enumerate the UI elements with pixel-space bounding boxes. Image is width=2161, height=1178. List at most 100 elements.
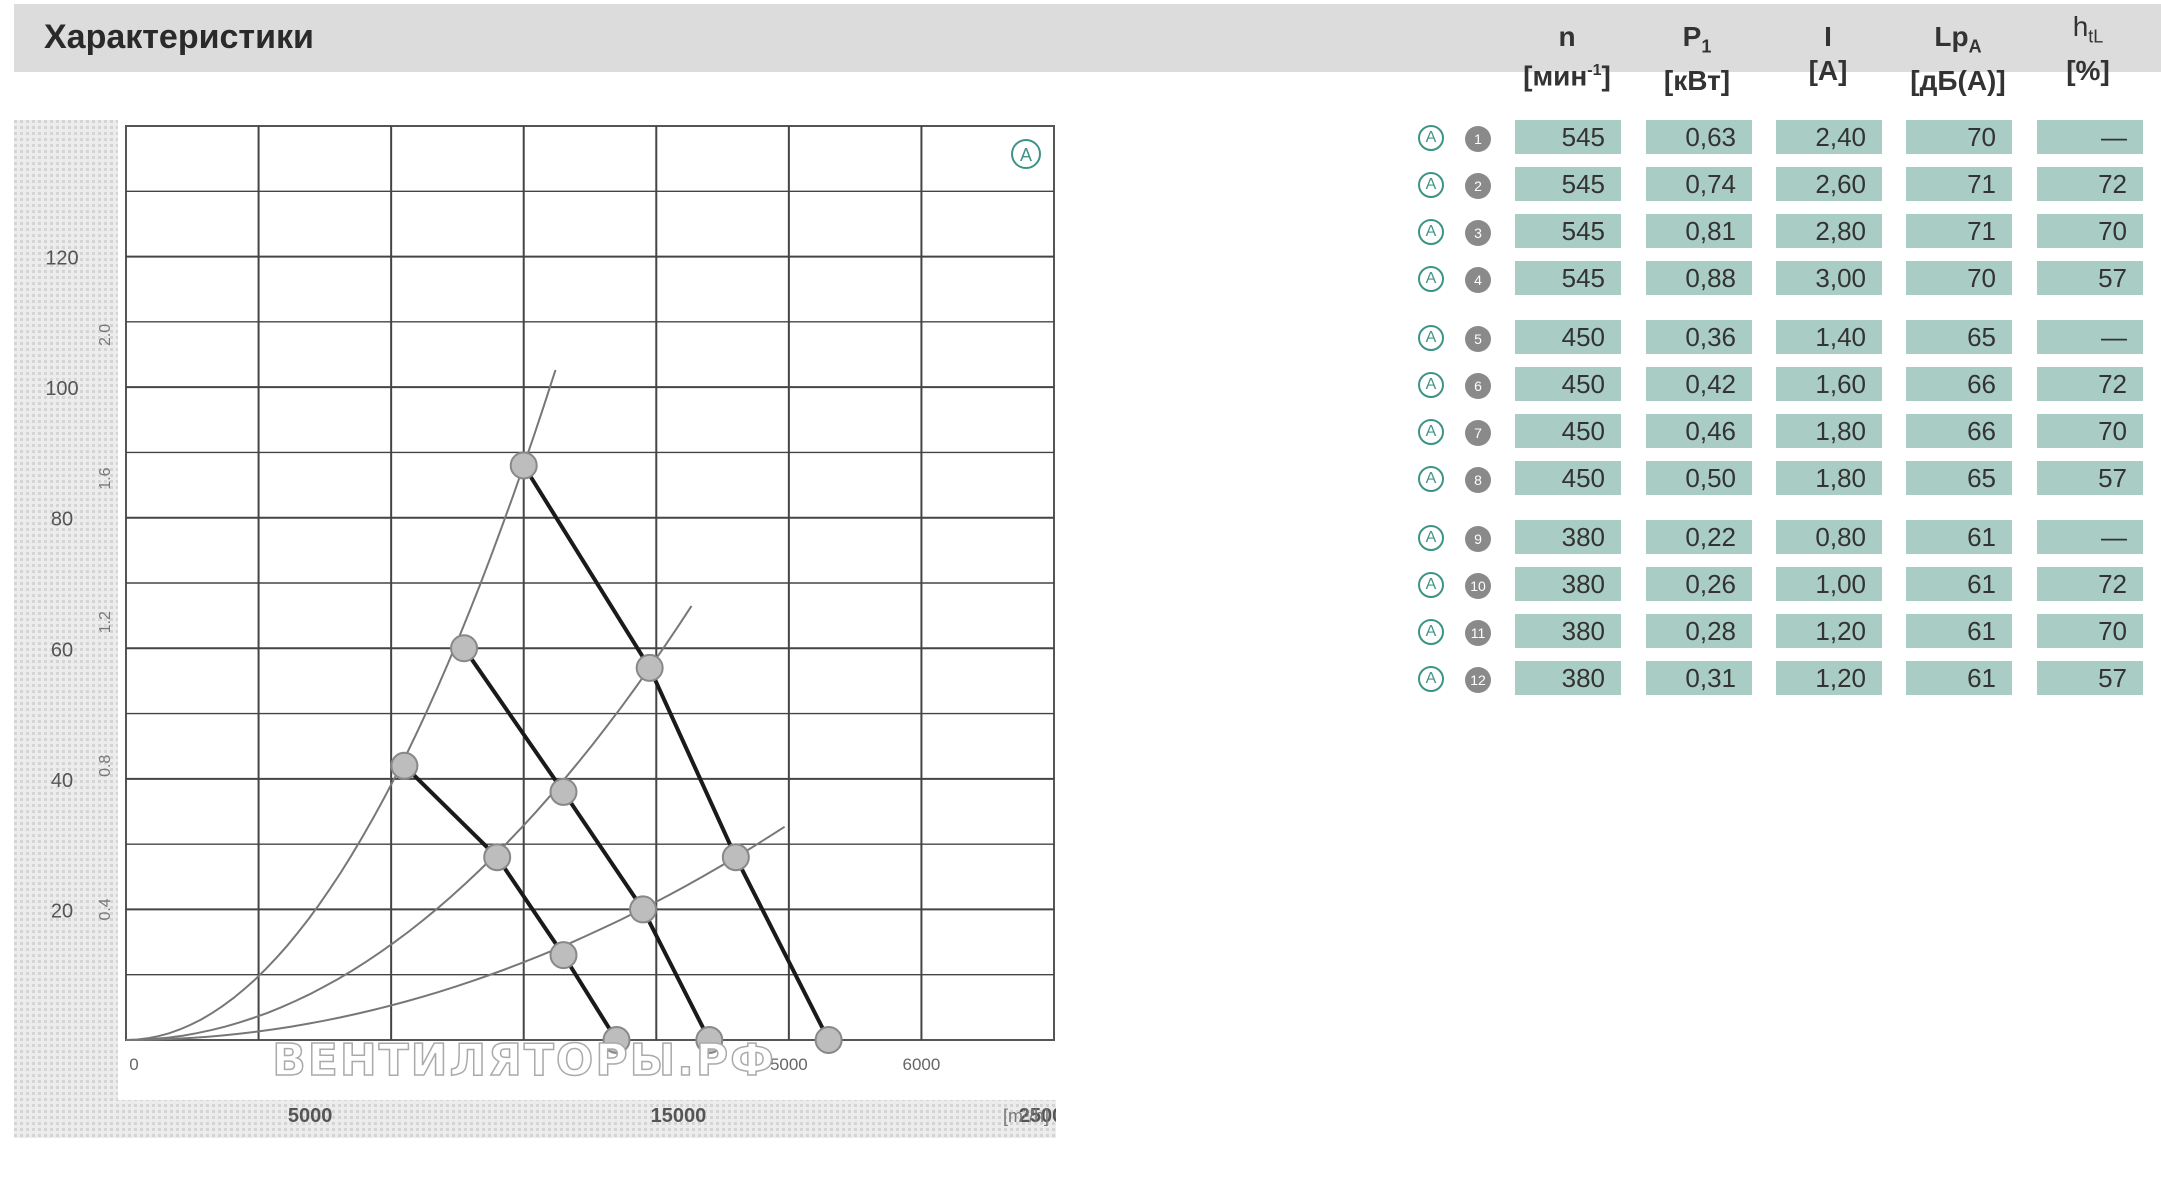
row-number-badge: 6 <box>1465 373 1491 399</box>
y-secondary-tick-label: 2.0 <box>97 324 114 346</box>
col-head-n-unit: [мин-1] <box>1523 60 1611 92</box>
cell-n: 450 <box>1515 367 1621 401</box>
cell-n: 545 <box>1515 120 1621 154</box>
y-tick-label: 100 <box>45 378 78 400</box>
cell-p1: 0,36 <box>1646 320 1752 354</box>
operating-point-marker <box>549 777 578 806</box>
row-number-badge: 2 <box>1465 173 1491 199</box>
operating-point-marker <box>509 451 538 480</box>
mode-a-badge-label: A <box>1020 145 1032 165</box>
cell-lpa: 70 <box>1906 261 2012 295</box>
x-unit-label: [m³/h] <box>1003 1106 1049 1126</box>
row-number-badge: 5 <box>1465 326 1491 352</box>
col-head-p1: P1 [кВт] <box>1632 20 1762 98</box>
cell-htl: 70 <box>2037 614 2143 648</box>
table-row: A 11 380 0,28 1,20 61 70 <box>1415 614 2155 650</box>
cell-i: 1,20 <box>1776 661 1882 695</box>
mode-a-icon: A <box>1418 172 1444 198</box>
operating-point-marker <box>721 843 750 872</box>
col-head-i-unit: [A] <box>1808 55 1848 86</box>
table-row: A 7 450 0,46 1,80 66 70 <box>1415 414 2155 450</box>
cell-htl: 57 <box>2037 461 2143 495</box>
row-number-badge: 4 <box>1465 267 1491 293</box>
cell-lpa: 61 <box>1906 661 2012 695</box>
mode-a-icon: A <box>1418 266 1444 292</box>
cell-htl: — <box>2037 520 2143 554</box>
operating-point-marker <box>549 941 578 970</box>
cell-htl: — <box>2037 120 2143 154</box>
cell-htl: 70 <box>2037 414 2143 448</box>
cell-lpa: 61 <box>1906 567 2012 601</box>
row-number-badge: 9 <box>1465 526 1491 552</box>
col-head-htl-unit: [%] <box>2066 54 2110 86</box>
row-number-badge: 10 <box>1465 573 1491 599</box>
y-tick-label: 20 <box>51 900 73 922</box>
table-row: A 5 450 0,36 1,40 65 — <box>1415 320 2155 356</box>
watermark: ВЕНТИЛЯТОРЫ.РФ <box>272 1035 776 1086</box>
cell-i: 1,80 <box>1776 461 1882 495</box>
cell-p1: 0,50 <box>1646 461 1752 495</box>
cell-n: 450 <box>1515 414 1621 448</box>
cell-n: 380 <box>1515 520 1621 554</box>
col-head-htl-symbol: htL <box>2072 11 2104 47</box>
cell-p1: 0,28 <box>1646 614 1752 648</box>
cell-i: 1,20 <box>1776 614 1882 648</box>
col-head-i-symbol: I <box>1824 21 1832 52</box>
cell-i: 2,40 <box>1776 120 1882 154</box>
row-number-badge: 12 <box>1465 667 1491 693</box>
table-row: A 6 450 0,42 1,60 66 72 <box>1415 367 2155 403</box>
cell-i: 1,40 <box>1776 320 1882 354</box>
cell-p1: 0,46 <box>1646 414 1752 448</box>
cell-htl: 72 <box>2037 367 2143 401</box>
cell-lpa: 66 <box>1906 414 2012 448</box>
y-tick-label: 80 <box>51 509 73 531</box>
cell-lpa: 66 <box>1906 367 2012 401</box>
y-tick-label: 60 <box>51 639 73 661</box>
cell-p1: 0,22 <box>1646 520 1752 554</box>
operating-point-marker <box>814 1026 843 1054</box>
cell-n: 545 <box>1515 167 1621 201</box>
mode-a-icon: A <box>1418 619 1444 645</box>
col-head-p1-symbol: P1 <box>1682 21 1712 57</box>
operating-point-marker <box>629 895 658 924</box>
cell-lpa: 65 <box>1906 461 2012 495</box>
col-head-n: n [мин-1] <box>1502 20 1632 93</box>
table-row: A 10 380 0,26 1,00 61 72 <box>1415 567 2155 603</box>
col-head-n-symbol: n <box>1558 21 1576 52</box>
cell-n: 545 <box>1515 261 1621 295</box>
operating-point-marker <box>483 843 512 872</box>
col-head-lpa-unit: [дБ(A)] <box>1910 64 2006 96</box>
cell-htl: — <box>2037 320 2143 354</box>
cell-p1: 0,63 <box>1646 120 1752 154</box>
mode-a-icon: A <box>1418 525 1444 551</box>
x-tick-label-top: 0 <box>129 1055 138 1074</box>
cell-i: 3,00 <box>1776 261 1882 295</box>
operating-point-marker <box>450 634 479 663</box>
cell-lpa: 70 <box>1906 120 2012 154</box>
mode-a-icon: A <box>1418 372 1444 398</box>
cell-p1: 0,74 <box>1646 167 1752 201</box>
mode-a-icon: A <box>1418 466 1444 492</box>
row-number-badge: 3 <box>1465 220 1491 246</box>
operating-point-marker <box>390 751 419 780</box>
cell-i: 1,00 <box>1776 567 1882 601</box>
mode-a-icon: A <box>1418 666 1444 692</box>
y-tick-label: 40 <box>51 770 73 792</box>
col-head-htl: htL [%] <box>2023 10 2153 88</box>
col-head-lpa-symbol: LpA <box>1934 21 1982 57</box>
table-row: A 4 545 0,88 3,00 70 57 <box>1415 261 2155 297</box>
y-secondary-tick-label: 0.8 <box>97 755 114 777</box>
mode-a-icon: A <box>1418 572 1444 598</box>
cell-lpa: 65 <box>1906 320 2012 354</box>
cell-p1: 0,81 <box>1646 214 1752 248</box>
y-tick-label: 120 <box>45 248 78 270</box>
cell-i: 2,60 <box>1776 167 1882 201</box>
x-tick-label-bottom: 15000 <box>651 1105 707 1127</box>
cell-htl: 57 <box>2037 661 2143 695</box>
fan-curve-chart: 20 40 60 80 100 120 0.4 0.8 1.2 1.6 2.0 0 5000 6000 50… <box>14 120 1056 1138</box>
cell-n: 380 <box>1515 567 1621 601</box>
x-axis-panel <box>14 1100 1056 1138</box>
operating-point-marker <box>635 653 664 682</box>
cell-lpa: 61 <box>1906 520 2012 554</box>
row-number-badge: 8 <box>1465 467 1491 493</box>
